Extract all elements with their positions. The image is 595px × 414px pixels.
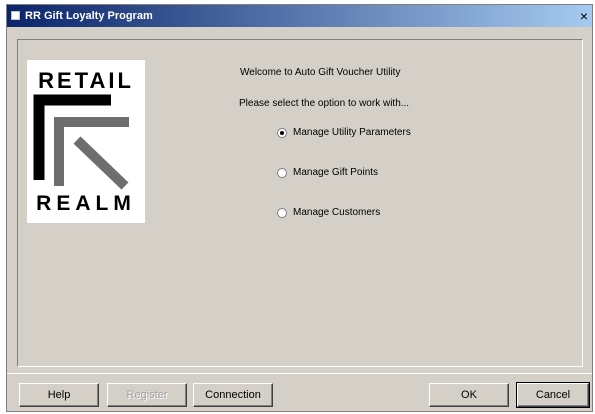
cancel-button[interactable]: Cancel	[516, 382, 590, 408]
ok-button[interactable]: OK	[429, 383, 509, 407]
radio-button[interactable]	[277, 208, 287, 218]
register-button[interactable]: Register	[107, 383, 187, 407]
instruction-text: Please select the option to work with...	[239, 98, 410, 109]
dialog-window: RR Gift Loyalty Program × RETAIL REALM W…	[6, 4, 593, 412]
title-bar[interactable]: RR Gift Loyalty Program ×	[7, 5, 592, 27]
welcome-text: Welcome to Auto Gift Voucher Utility	[240, 67, 401, 78]
option-label[interactable]: Manage Customers	[293, 207, 380, 219]
option-label[interactable]: Manage Gift Points	[293, 167, 378, 179]
window-title: RR Gift Loyalty Program	[25, 10, 153, 22]
retail-realm-logo: RETAIL REALM	[27, 60, 145, 223]
logo-top-text: RETAIL	[38, 68, 134, 93]
app-icon	[11, 11, 20, 20]
logo-bottom-text: REALM	[36, 192, 136, 215]
help-button[interactable]: Help	[19, 383, 99, 407]
option-label[interactable]: Manage Utility Parameters	[293, 127, 411, 139]
radio-button-checked[interactable]	[277, 128, 287, 138]
logo-graphic	[33, 94, 129, 190]
radio-button[interactable]	[277, 168, 287, 178]
close-icon[interactable]: ×	[577, 8, 591, 24]
separator	[7, 373, 592, 374]
connection-button[interactable]: Connection	[193, 383, 273, 407]
